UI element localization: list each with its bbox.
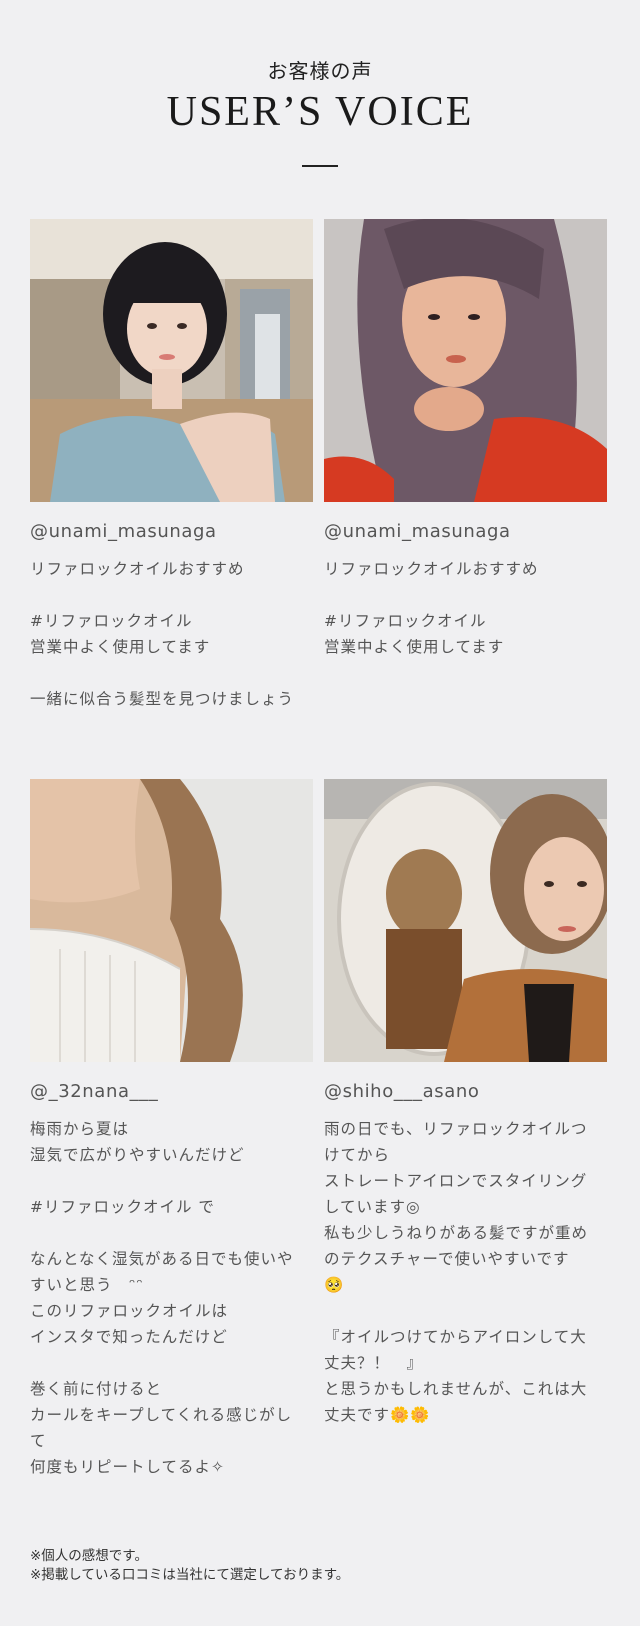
photo-woman-lavender-hair-red-top — [324, 219, 607, 502]
photo-woman-bob-mirror — [324, 779, 607, 1062]
review-photo — [30, 219, 313, 502]
review-photo — [324, 219, 607, 502]
photo-woman-bob-blue-top — [30, 219, 313, 502]
review-photo — [324, 779, 607, 1062]
review-handle: @unami_masunaga — [30, 521, 217, 542]
user-voice-section: お客様の声 USER’S VOICE @unami_masunaga リファロッ… — [0, 0, 640, 1626]
review-photo — [30, 779, 313, 1062]
section-title: USER’S VOICE — [166, 89, 474, 135]
section-subtitle: お客様の声 — [267, 59, 373, 83]
review-text: リファロックオイルおすすめ #リファロックオイル 営業中よく使用してます — [324, 560, 539, 656]
review-text: 梅雨から夏は 湿気で広がりやすいんだけど #リファロックオイル で なんとなく湿… — [30, 1120, 294, 1476]
review-text: リファロックオイルおすすめ #リファロックオイル 営業中よく使用してます 一緒に… — [30, 560, 295, 708]
title-divider — [302, 165, 338, 167]
review-handle: @unami_masunaga — [324, 521, 511, 542]
review-text: 雨の日でも、リファロックオイルつ けてから ストレートアイロンでスタイリング し… — [324, 1120, 589, 1424]
disclaimer-footnote: ※個人の感想です。 ※掲載している口コミは当社にて選定しております。 — [30, 1548, 350, 1583]
photo-woman-long-wavy-hair — [30, 779, 313, 1062]
review-handle: @_32nana___ — [30, 1081, 159, 1102]
review-handle: @shiho___asano — [324, 1081, 480, 1102]
